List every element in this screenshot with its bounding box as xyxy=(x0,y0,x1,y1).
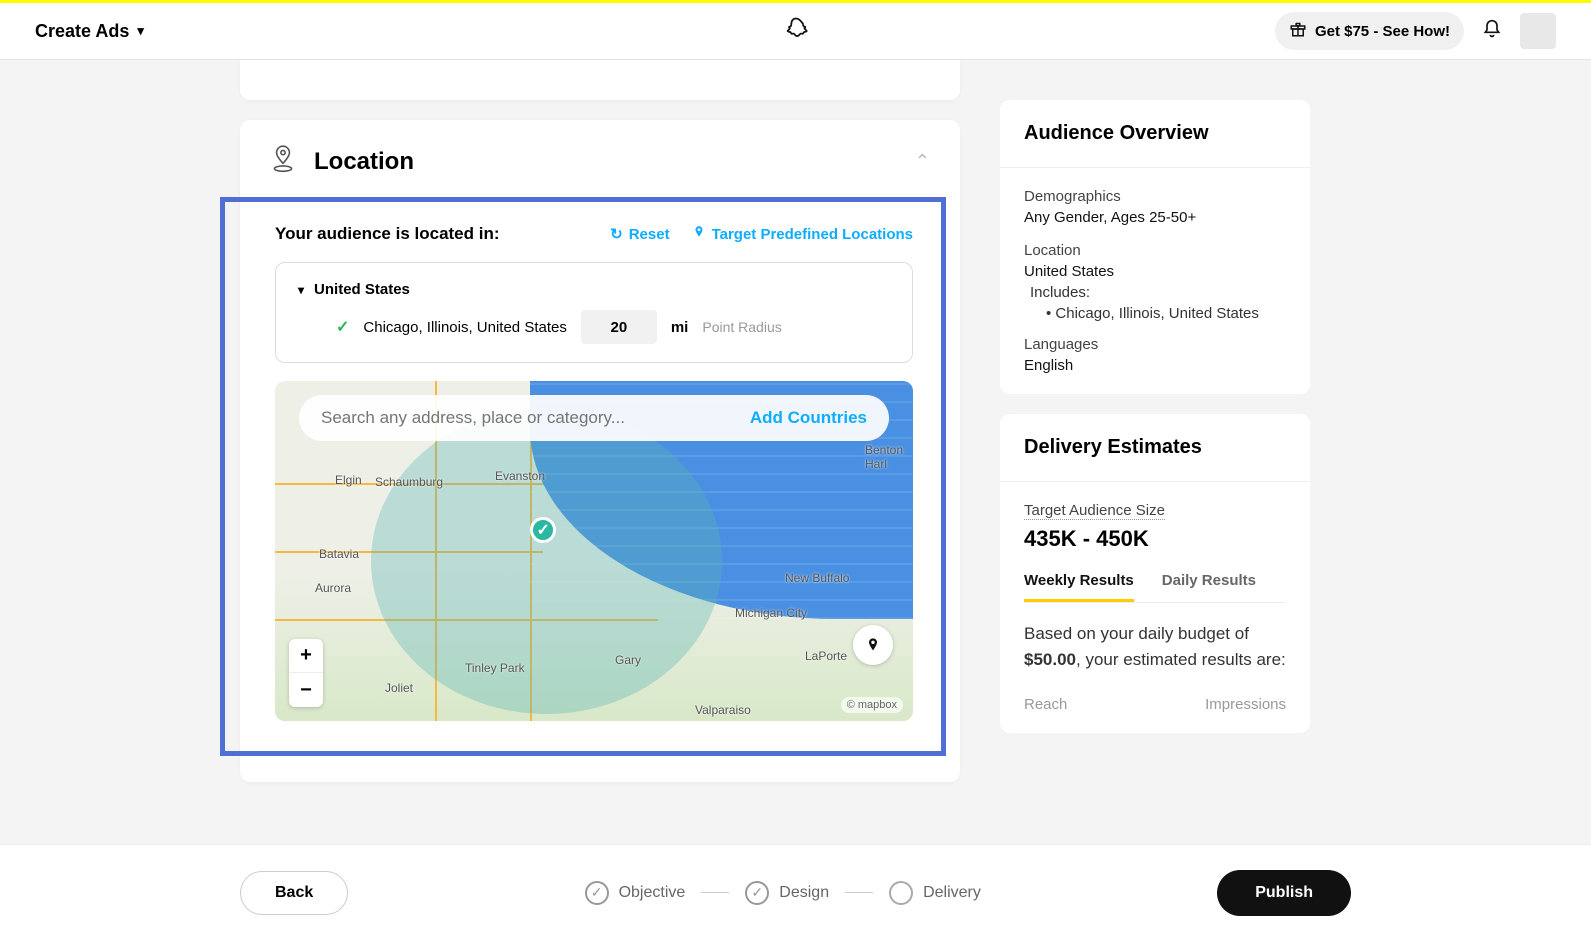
map-label: Elgin xyxy=(335,473,362,487)
check-circle-icon xyxy=(585,881,609,905)
audience-row: Your audience is located in: ↻ Reset Tar… xyxy=(275,224,913,244)
map-label: New Buffalo xyxy=(785,571,849,585)
map-search-pill: Add Countries xyxy=(299,395,889,441)
reset-button[interactable]: ↻ Reset xyxy=(610,225,669,243)
estimate-text: Based on your daily budget of $50.00, yo… xyxy=(1024,603,1286,672)
point-radius-label: Point Radius xyxy=(702,319,781,335)
location-title: Location xyxy=(314,148,414,176)
map-label: Valparaiso xyxy=(695,703,751,717)
includes-bullet: • Chicago, Illinois, United States xyxy=(1046,305,1286,322)
map[interactable]: Elgin Schaumburg Evanston Batavia Aurora… xyxy=(275,381,913,721)
step-delivery[interactable]: Delivery xyxy=(889,881,981,905)
map-label: Gary xyxy=(615,653,641,667)
target-size-label: Target Audience Size xyxy=(1024,502,1165,520)
publish-button[interactable]: Publish xyxy=(1217,870,1351,916)
location-card: Location ⌃ Your audience is located in: … xyxy=(240,120,960,782)
map-marker-icon[interactable]: ✓ xyxy=(530,517,556,543)
right-column: Audience Overview Demographics Any Gende… xyxy=(1000,60,1310,802)
refresh-icon: ↻ xyxy=(610,225,623,243)
tab-weekly[interactable]: Weekly Results xyxy=(1024,572,1134,602)
map-search-input[interactable] xyxy=(321,408,750,428)
location-highlight-box: Your audience is located in: ↻ Reset Tar… xyxy=(220,197,946,756)
page-title: Create Ads xyxy=(35,21,129,42)
map-label: Schaumburg xyxy=(375,475,443,489)
map-label: Aurora xyxy=(315,581,351,595)
demographics-value: Any Gender, Ages 25-50+ xyxy=(1024,209,1286,226)
step-separator xyxy=(845,892,873,893)
step-separator xyxy=(701,892,729,893)
zoom-out-button[interactable]: − xyxy=(289,673,323,707)
reach-impressions-row: Reach Impressions xyxy=(1024,696,1286,713)
app-header: Create Ads ▾ Get $75 - See How! xyxy=(0,3,1591,60)
step-design[interactable]: Design xyxy=(745,881,829,905)
city-name: Chicago, Illinois, United States xyxy=(363,319,566,336)
map-label: Tinley Park xyxy=(465,661,525,675)
mapbox-attribution: © mapbox xyxy=(841,697,903,713)
chevron-down-icon: ▾ xyxy=(137,23,144,39)
city-row: ✓ Chicago, Illinois, United States mi Po… xyxy=(298,310,890,344)
languages-value: English xyxy=(1024,357,1286,374)
location-label: Location xyxy=(1024,242,1286,259)
progress-steps: Objective Design Delivery xyxy=(585,881,981,905)
zoom-in-button[interactable]: + xyxy=(289,639,323,673)
avatar[interactable] xyxy=(1520,13,1556,49)
pin-icon xyxy=(692,224,706,244)
location-value: United States xyxy=(1024,263,1286,280)
delivery-estimates-card: Delivery Estimates Target Audience Size … xyxy=(1000,414,1310,733)
step-label: Objective xyxy=(619,884,686,902)
tab-daily[interactable]: Daily Results xyxy=(1162,572,1256,602)
map-label: Evanston xyxy=(495,469,545,483)
target-size-value: 435K - 450K xyxy=(1024,526,1286,552)
step-label: Delivery xyxy=(923,884,981,902)
reach-label: Reach xyxy=(1024,696,1067,713)
header-actions: Get $75 - See How! xyxy=(1275,12,1556,50)
delivery-title: Delivery Estimates xyxy=(1000,414,1310,482)
includes-label: Includes: xyxy=(1030,284,1286,301)
map-label: Benton Harl xyxy=(865,443,913,471)
country-header[interactable]: ▾ United States xyxy=(298,281,890,298)
back-button[interactable]: Back xyxy=(240,871,348,915)
predefined-label: Target Predefined Locations xyxy=(712,226,913,243)
chevron-down-icon: ▾ xyxy=(298,283,304,297)
radius-unit: mi xyxy=(671,319,689,336)
main-content: Location ⌃ Your audience is located in: … xyxy=(0,60,1591,802)
add-countries-button[interactable]: Add Countries xyxy=(750,408,867,428)
target-predefined-button[interactable]: Target Predefined Locations xyxy=(692,224,913,244)
country-box: ▾ United States ✓ Chicago, Illinois, Uni… xyxy=(275,262,913,363)
demographics-label: Demographics xyxy=(1024,188,1286,205)
check-circle-icon xyxy=(745,881,769,905)
bottom-bar: Back Objective Design Delivery Publish xyxy=(0,844,1591,940)
chevron-up-icon[interactable]: ⌃ xyxy=(915,151,930,172)
audience-overview-card: Audience Overview Demographics Any Gende… xyxy=(1000,100,1310,394)
empty-circle-icon xyxy=(889,881,913,905)
previous-section-card xyxy=(240,60,960,100)
gift-icon xyxy=(1289,20,1307,42)
map-label: LaPorte xyxy=(805,649,847,663)
audience-located-label: Your audience is located in: xyxy=(275,224,500,244)
locate-button[interactable] xyxy=(853,625,893,665)
zoom-controls: + − xyxy=(289,639,323,707)
promo-button[interactable]: Get $75 - See How! xyxy=(1275,12,1464,50)
location-pin-icon xyxy=(270,144,296,179)
country-name: United States xyxy=(314,281,410,298)
bell-icon[interactable] xyxy=(1482,19,1502,44)
overview-title: Audience Overview xyxy=(1000,100,1310,168)
radius-input[interactable] xyxy=(581,310,657,344)
brand-logo xyxy=(782,15,810,48)
map-label: Michigan City xyxy=(735,606,807,620)
step-objective[interactable]: Objective xyxy=(585,881,686,905)
impressions-label: Impressions xyxy=(1205,696,1286,713)
promo-label: Get $75 - See How! xyxy=(1315,23,1450,40)
step-label: Design xyxy=(779,884,829,902)
reset-label: Reset xyxy=(629,226,670,243)
location-header: Location ⌃ xyxy=(270,144,930,179)
check-icon: ✓ xyxy=(336,317,349,337)
map-label: Joliet xyxy=(385,681,413,695)
header-title-wrap[interactable]: Create Ads ▾ xyxy=(35,21,144,42)
languages-label: Languages xyxy=(1024,336,1286,353)
left-column: Location ⌃ Your audience is located in: … xyxy=(240,60,960,802)
map-label: Batavia xyxy=(319,547,359,561)
results-tabs: Weekly Results Daily Results xyxy=(1024,572,1286,603)
